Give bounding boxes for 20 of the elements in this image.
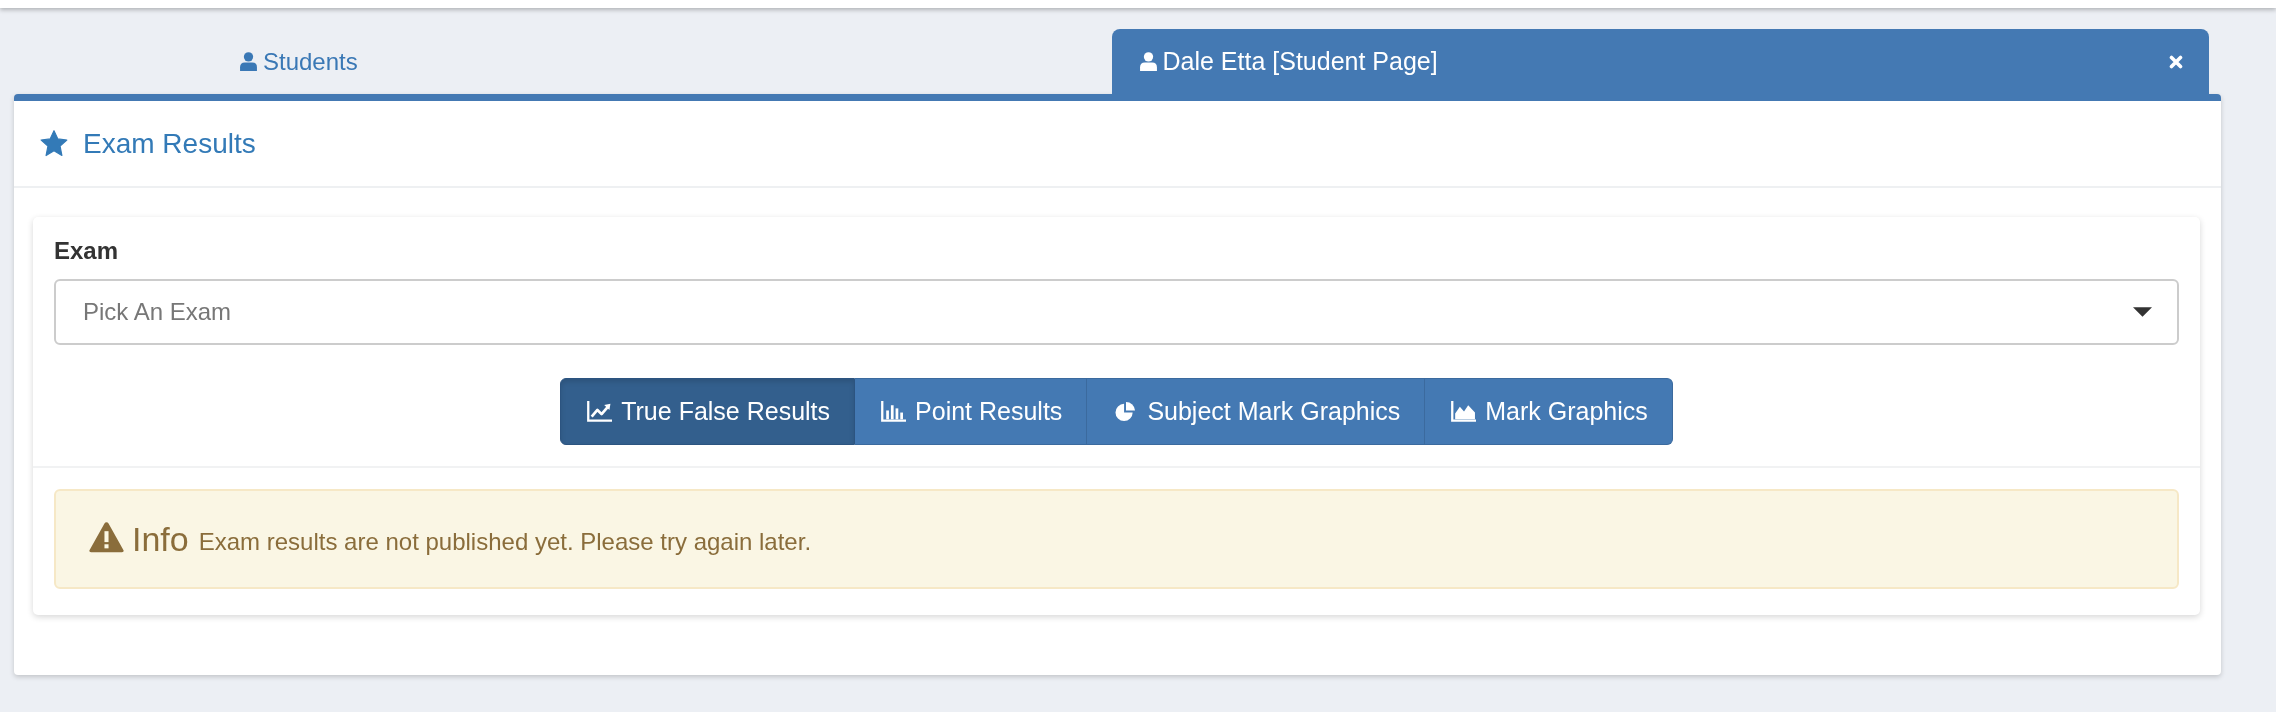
close-icon[interactable] [2169,54,2183,69]
caret-icon [2133,307,2152,317]
tab[interactable]: Dale Etta [Student Page] [1111,29,2209,94]
line-chart-icon [587,401,613,422]
bar-chart-icon [881,401,907,422]
result-button[interactable]: Point Results [855,378,1088,445]
result-button[interactable]: Mark Graphics [1425,378,1673,445]
exam-select[interactable]: Pick An Exam [54,279,2179,345]
panel-title: Exam Results [83,127,256,160]
warning-icon [89,521,124,553]
user-icon [240,52,257,71]
alert-title: Info [132,519,189,559]
area-chart-icon [1451,401,1477,422]
star-icon [40,130,68,157]
field-label: Exam [54,236,119,266]
result-button[interactable]: True False Results [560,378,856,445]
user-icon [1139,52,1157,71]
result-button[interactable]: Subject Mark Graphics [1087,378,1426,445]
tab[interactable]: Students [14,29,1112,94]
alert-message: Exam results are not published yet. Please try again later. [198,527,812,556]
